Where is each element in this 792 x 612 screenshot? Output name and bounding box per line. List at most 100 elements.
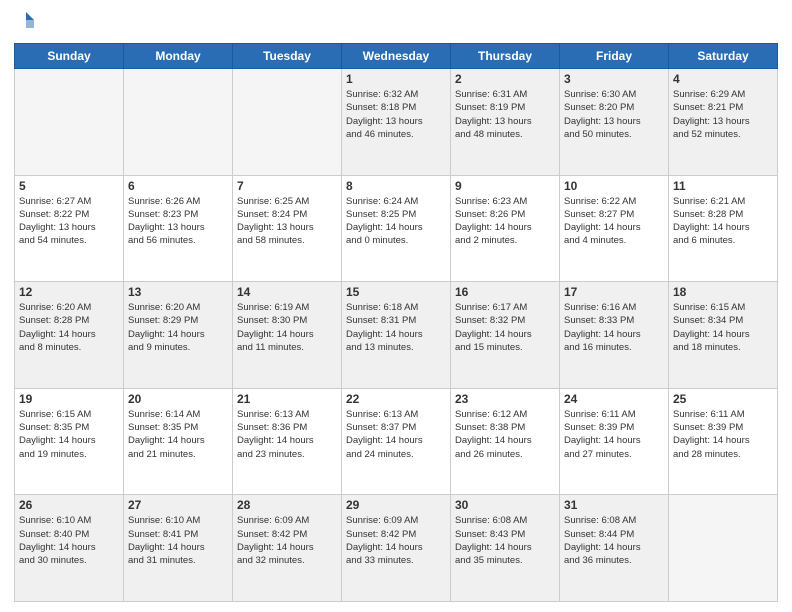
cal-cell	[15, 69, 124, 176]
cal-cell: 21 Sunrise: 6:13 AMSunset: 8:36 PMDayligh…	[233, 388, 342, 495]
cell-info: Sunrise: 6:15 AMSunset: 8:35 PMDaylight:…	[19, 408, 119, 461]
cal-cell: 2 Sunrise: 6:31 AMSunset: 8:19 PMDaylight…	[451, 69, 560, 176]
cal-cell: 29Sunrise: 6:09 AMSunset: 8:42 PMDayligh…	[342, 495, 451, 602]
cal-cell: 28 Sunrise: 6:09 AMSunset: 8:42 PMDayligh…	[233, 495, 342, 602]
cell-info: Sunrise: 6:21 AMSunset: 8:28 PMDaylight:…	[673, 195, 773, 248]
cell-info: Sunrise: 6:32 AMSunset: 8:18 PMDaylight:…	[346, 88, 446, 141]
day-number: 4	[673, 72, 773, 86]
cal-cell: 15 Sunrise: 6:18 AMSunset: 8:31 PMDayligh…	[342, 282, 451, 389]
cell-info: Sunrise: 6:10 AMSunset: 8:41 PMDaylight:…	[128, 514, 228, 567]
cal-cell: 7 Sunrise: 6:25 AMSunset: 8:24 PMDaylight…	[233, 175, 342, 282]
cell-info: Sunrise: 6:11 AMSunset: 8:39 PMDaylight:…	[564, 408, 664, 461]
cell-info: Sunrise: 6:09 AMSunset: 8:42 PMDaylight:…	[237, 514, 337, 567]
cell-info: Sunrise: 6:30 AMSunset: 8:20 PMDaylight:…	[564, 88, 664, 141]
day-number: 7	[237, 179, 337, 193]
cell-info: Sunrise: 6:29 AMSunset: 8:21 PMDaylight:…	[673, 88, 773, 141]
calendar-table: SundayMondayTuesdayWednesdayThursdayFrid…	[14, 43, 778, 602]
cal-cell: 22Sunrise: 6:13 AMSunset: 8:37 PMDayligh…	[342, 388, 451, 495]
week-row-3: 12 Sunrise: 6:20 AMSunset: 8:28 PMDayligh…	[15, 282, 778, 389]
cell-info: Sunrise: 6:15 AMSunset: 8:34 PMDaylight:…	[673, 301, 773, 354]
cal-cell: 20 Sunrise: 6:14 AMSunset: 8:35 PMDayligh…	[124, 388, 233, 495]
cal-cell: 26Sunrise: 6:10 AMSunset: 8:40 PMDayligh…	[15, 495, 124, 602]
day-number: 1	[346, 72, 446, 86]
cell-info: Sunrise: 6:25 AMSunset: 8:24 PMDaylight:…	[237, 195, 337, 248]
cal-cell: 30 Sunrise: 6:08 AMSunset: 8:43 PMDayligh…	[451, 495, 560, 602]
cal-cell: 8 Sunrise: 6:24 AMSunset: 8:25 PMDaylight…	[342, 175, 451, 282]
day-number: 6	[128, 179, 228, 193]
cell-info: Sunrise: 6:09 AMSunset: 8:42 PMDaylight:…	[346, 514, 446, 567]
day-header-monday: Monday	[124, 44, 233, 69]
cal-cell: 9 Sunrise: 6:23 AMSunset: 8:26 PMDaylight…	[451, 175, 560, 282]
day-number: 21	[237, 392, 337, 406]
cell-info: Sunrise: 6:19 AMSunset: 8:30 PMDaylight:…	[237, 301, 337, 354]
cal-cell	[124, 69, 233, 176]
cell-info: Sunrise: 6:27 AMSunset: 8:22 PMDaylight:…	[19, 195, 119, 248]
day-number: 15	[346, 285, 446, 299]
day-number: 5	[19, 179, 119, 193]
day-number: 19	[19, 392, 119, 406]
cell-info: Sunrise: 6:20 AMSunset: 8:29 PMDaylight:…	[128, 301, 228, 354]
day-number: 16	[455, 285, 555, 299]
cal-cell: 23 Sunrise: 6:12 AMSunset: 8:38 PMDayligh…	[451, 388, 560, 495]
day-number: 18	[673, 285, 773, 299]
cal-cell: 17 Sunrise: 6:16 AMSunset: 8:33 PMDayligh…	[560, 282, 669, 389]
day-header-sunday: Sunday	[15, 44, 124, 69]
day-number: 14	[237, 285, 337, 299]
cell-info: Sunrise: 6:11 AMSunset: 8:39 PMDaylight:…	[673, 408, 773, 461]
cal-cell: 16 Sunrise: 6:17 AMSunset: 8:32 PMDayligh…	[451, 282, 560, 389]
cal-cell: 18 Sunrise: 6:15 AMSunset: 8:34 PMDayligh…	[669, 282, 778, 389]
cal-cell: 25 Sunrise: 6:11 AMSunset: 8:39 PMDayligh…	[669, 388, 778, 495]
day-number: 12	[19, 285, 119, 299]
day-number: 11	[673, 179, 773, 193]
week-row-2: 5 Sunrise: 6:27 AMSunset: 8:22 PMDaylight…	[15, 175, 778, 282]
day-number: 2	[455, 72, 555, 86]
cell-info: Sunrise: 6:20 AMSunset: 8:28 PMDaylight:…	[19, 301, 119, 354]
day-header-wednesday: Wednesday	[342, 44, 451, 69]
cal-cell: 6 Sunrise: 6:26 AMSunset: 8:23 PMDaylight…	[124, 175, 233, 282]
day-number: 30	[455, 498, 555, 512]
cal-cell: 11 Sunrise: 6:21 AMSunset: 8:28 PMDayligh…	[669, 175, 778, 282]
day-number: 3	[564, 72, 664, 86]
week-row-1: 1 Sunrise: 6:32 AMSunset: 8:18 PMDaylight…	[15, 69, 778, 176]
day-number: 25	[673, 392, 773, 406]
cell-info: Sunrise: 6:08 AMSunset: 8:44 PMDaylight:…	[564, 514, 664, 567]
cell-info: Sunrise: 6:08 AMSunset: 8:43 PMDaylight:…	[455, 514, 555, 567]
day-header-friday: Friday	[560, 44, 669, 69]
cal-cell: 27Sunrise: 6:10 AMSunset: 8:41 PMDayligh…	[124, 495, 233, 602]
cal-cell: 5 Sunrise: 6:27 AMSunset: 8:22 PMDaylight…	[15, 175, 124, 282]
day-number: 17	[564, 285, 664, 299]
cell-info: Sunrise: 6:24 AMSunset: 8:25 PMDaylight:…	[346, 195, 446, 248]
page: SundayMondayTuesdayWednesdayThursdayFrid…	[0, 0, 792, 612]
cell-info: Sunrise: 6:26 AMSunset: 8:23 PMDaylight:…	[128, 195, 228, 248]
cal-cell: 12 Sunrise: 6:20 AMSunset: 8:28 PMDayligh…	[15, 282, 124, 389]
day-number: 9	[455, 179, 555, 193]
cell-info: Sunrise: 6:22 AMSunset: 8:27 PMDaylight:…	[564, 195, 664, 248]
cal-cell: 31Sunrise: 6:08 AMSunset: 8:44 PMDayligh…	[560, 495, 669, 602]
logo-flag-icon	[16, 10, 36, 30]
cell-info: Sunrise: 6:12 AMSunset: 8:38 PMDaylight:…	[455, 408, 555, 461]
logo	[14, 10, 36, 35]
week-row-4: 19 Sunrise: 6:15 AMSunset: 8:35 PMDayligh…	[15, 388, 778, 495]
day-number: 22	[346, 392, 446, 406]
day-number: 20	[128, 392, 228, 406]
day-number: 28	[237, 498, 337, 512]
cell-info: Sunrise: 6:14 AMSunset: 8:35 PMDaylight:…	[128, 408, 228, 461]
cal-cell: 13 Sunrise: 6:20 AMSunset: 8:29 PMDayligh…	[124, 282, 233, 389]
cell-info: Sunrise: 6:23 AMSunset: 8:26 PMDaylight:…	[455, 195, 555, 248]
cal-cell: 14 Sunrise: 6:19 AMSunset: 8:30 PMDayligh…	[233, 282, 342, 389]
cal-cell: 3 Sunrise: 6:30 AMSunset: 8:20 PMDaylight…	[560, 69, 669, 176]
cell-info: Sunrise: 6:17 AMSunset: 8:32 PMDaylight:…	[455, 301, 555, 354]
day-number: 26	[19, 498, 119, 512]
week-row-5: 26Sunrise: 6:10 AMSunset: 8:40 PMDayligh…	[15, 495, 778, 602]
cell-info: Sunrise: 6:31 AMSunset: 8:19 PMDaylight:…	[455, 88, 555, 141]
cal-cell: 1 Sunrise: 6:32 AMSunset: 8:18 PMDaylight…	[342, 69, 451, 176]
cell-info: Sunrise: 6:18 AMSunset: 8:31 PMDaylight:…	[346, 301, 446, 354]
day-number: 8	[346, 179, 446, 193]
day-number: 13	[128, 285, 228, 299]
day-number: 23	[455, 392, 555, 406]
cal-cell: 24Sunrise: 6:11 AMSunset: 8:39 PMDayligh…	[560, 388, 669, 495]
day-header-thursday: Thursday	[451, 44, 560, 69]
cal-cell: 4 Sunrise: 6:29 AMSunset: 8:21 PMDaylight…	[669, 69, 778, 176]
cell-info: Sunrise: 6:16 AMSunset: 8:33 PMDaylight:…	[564, 301, 664, 354]
cell-info: Sunrise: 6:13 AMSunset: 8:36 PMDaylight:…	[237, 408, 337, 461]
